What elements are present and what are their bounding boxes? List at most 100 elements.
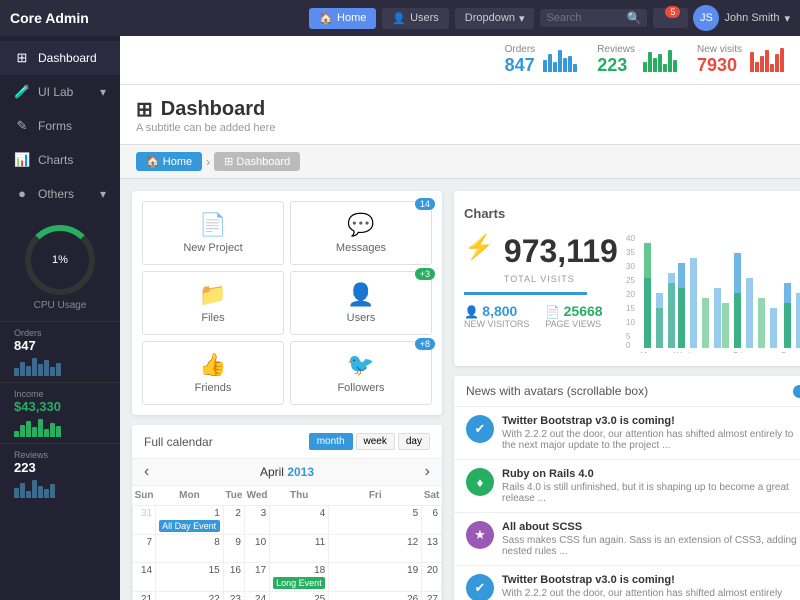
svg-text:15: 15 xyxy=(626,304,635,313)
search-input[interactable] xyxy=(546,12,626,24)
sidebar-item-charts[interactable]: 📊 Charts xyxy=(0,143,120,177)
page-views-stat: 📄 25668 PAGE VIEWS xyxy=(545,303,602,329)
quick-item-new-project[interactable]: 📄 New Project xyxy=(142,201,284,265)
quick-item-files[interactable]: 📁 Files xyxy=(142,271,284,335)
layout: ⊞ Dashboard 🧪 UI Lab ▾ ✎ Forms 📊 Charts … xyxy=(0,36,800,600)
svg-text:Wed: Wed xyxy=(674,351,690,353)
quick-item-followers[interactable]: +8 🐦 Followers xyxy=(290,341,432,405)
reviews-mini-chart xyxy=(14,478,106,498)
breadcrumb-dashboard[interactable]: ⊞ Dashboard xyxy=(214,152,300,171)
news-count: 178 xyxy=(793,385,800,398)
main-content: Orders 847 Reviews 223 xyxy=(120,36,800,600)
stats-bar: Orders 847 Reviews 223 xyxy=(120,36,800,85)
news-content-2: Ruby on Rails 4.0 Rails 4.0 is still unf… xyxy=(502,468,800,504)
dashboard-header: ⊞ Dashboard A subtitle can be added here xyxy=(120,85,800,145)
sidebar-item-dashboard[interactable]: ⊞ Dashboard xyxy=(0,41,120,75)
svg-text:10: 10 xyxy=(626,318,635,327)
svg-text:25: 25 xyxy=(626,276,635,285)
chevron-icon: ▾ xyxy=(100,85,106,99)
dropdown-nav-btn[interactable]: Dropdown ▾ xyxy=(455,8,535,29)
users-icon: 👤 xyxy=(301,282,421,308)
charts-header: Charts ⚙ xyxy=(464,201,800,225)
charts-bar-area: 40 35 30 25 20 15 10 5 0 xyxy=(626,233,800,356)
list-item: ♦ Ruby on Rails 4.0 Rails 4.0 is still u… xyxy=(454,460,800,513)
forms-icon: ✎ xyxy=(14,118,30,134)
month-view-btn[interactable]: month xyxy=(309,433,353,450)
cpu-section: 1% CPU Usage xyxy=(0,215,120,321)
calendar-next-btn[interactable]: › xyxy=(425,463,430,481)
svg-text:Mon: Mon xyxy=(640,351,656,353)
others-icon: ● xyxy=(14,186,30,201)
calendar-header: Full calendar month week day xyxy=(132,425,442,459)
news-content-1: Twitter Bootstrap v3.0 is coming! With 2… xyxy=(502,415,800,451)
dashboard-icon: ⊞ xyxy=(14,50,30,66)
visits-stat-chart xyxy=(750,48,784,72)
list-item: ✔ Twitter Bootstrap v3.0 is coming! With… xyxy=(454,407,800,460)
search-icon: 🔍 xyxy=(626,11,641,25)
sidebar-stat-reviews: Reviews 223 xyxy=(0,443,120,504)
visitor-icon: 👤 xyxy=(464,305,479,319)
bar-chart-svg: 40 35 30 25 20 15 10 5 0 xyxy=(626,233,800,353)
orders-mini-chart xyxy=(14,356,106,376)
day-view-btn[interactable]: day xyxy=(398,433,430,450)
users-badge: +3 xyxy=(415,268,435,280)
svg-text:30: 30 xyxy=(626,262,635,271)
charts-left: ⚡ 973,119 TOTAL VISITS 👤 xyxy=(464,233,618,356)
svg-text:Sun: Sun xyxy=(781,351,795,353)
notification-btn[interactable]: 5 xyxy=(653,8,688,28)
calendar-title: Full calendar xyxy=(144,435,213,449)
charts-title: Charts xyxy=(464,206,505,221)
svg-text:0: 0 xyxy=(626,341,631,350)
page-title: ⊞ Dashboard xyxy=(136,97,784,122)
nav-right: 🏠 Home 👤 Users Dropdown ▾ 🔍 5 JS John Sm… xyxy=(309,5,790,31)
week-view-btn[interactable]: week xyxy=(356,433,395,450)
reviews-stat: Reviews 223 xyxy=(597,44,677,76)
sidebar-stat-income: Income $43,330 xyxy=(0,382,120,443)
page-subtitle: A subtitle can be added here xyxy=(136,122,784,134)
sidebar-stat-orders: Orders 847 xyxy=(0,321,120,382)
news-box: News with avatars (scrollable box) 178 ✔… xyxy=(454,376,800,600)
friends-icon: 👍 xyxy=(153,352,273,378)
quick-item-messages[interactable]: 14 💬 Messages xyxy=(290,201,432,265)
news-avatar-3: ★ xyxy=(466,521,494,549)
news-list: ✔ Twitter Bootstrap v3.0 is coming! With… xyxy=(454,407,800,600)
cpu-label: CPU Usage xyxy=(14,300,106,311)
cpu-gauge: 1% xyxy=(25,225,95,295)
new-visits-stat: New visits 7930 xyxy=(697,44,784,76)
user-area: 5 JS John Smith ▾ xyxy=(653,5,790,31)
calendar-view-buttons: month week day xyxy=(309,433,430,450)
others-chevron-icon: ▾ xyxy=(100,187,106,201)
followers-badge: +8 xyxy=(415,338,435,350)
users-nav-btn[interactable]: 👤 Users xyxy=(382,8,448,29)
lightning-icon: ⚡ xyxy=(464,233,494,262)
sidebar-item-others[interactable]: ● Others ▾ xyxy=(0,177,120,210)
list-item: ★ All about SCSS Sass makes CSS fun agai… xyxy=(454,513,800,566)
calendar-prev-btn[interactable]: ‹ xyxy=(144,463,149,481)
calendar-month-year: April 2013 xyxy=(260,465,314,479)
calendar-grid: Sun Mon Tue Wed Thu Fri Sat 31 xyxy=(132,486,442,600)
breadcrumb-home[interactable]: 🏠 Home xyxy=(136,152,202,171)
quick-links-grid: 📄 New Project 14 💬 Messages 📁 Files +3 xyxy=(132,191,442,415)
sub-stats: 👤 8,800 NEW VISITORS 📄 25668 xyxy=(464,303,618,329)
table-row: 7 8 9 10 11 12 13 xyxy=(133,535,442,563)
total-visits-label: TOTAL VISITS xyxy=(504,274,618,284)
total-visits-number: 973,119 xyxy=(504,233,618,270)
files-icon: 📁 xyxy=(153,282,273,308)
brand-label: Core Admin xyxy=(10,10,89,26)
sidebar-item-uilab[interactable]: 🧪 UI Lab ▾ xyxy=(0,75,120,109)
left-column: 📄 New Project 14 💬 Messages 📁 Files +3 xyxy=(132,191,442,600)
quick-item-users[interactable]: +3 👤 Users xyxy=(290,271,432,335)
messages-icon: 💬 xyxy=(301,212,421,238)
quick-item-friends[interactable]: 👍 Friends xyxy=(142,341,284,405)
user-chevron-icon: ▾ xyxy=(784,12,790,25)
home-nav-btn[interactable]: 🏠 Home xyxy=(309,8,376,29)
news-avatar-2: ♦ xyxy=(466,468,494,496)
charts-content: ⚡ 973,119 TOTAL VISITS 👤 xyxy=(464,233,800,356)
cpu-percent: 1% xyxy=(52,254,68,266)
sidebar-item-forms[interactable]: ✎ Forms xyxy=(0,109,120,143)
svg-text:5: 5 xyxy=(626,332,631,341)
big-stat: ⚡ 973,119 TOTAL VISITS xyxy=(464,233,618,284)
followers-icon: 🐦 xyxy=(301,352,421,378)
search-wrap: 🔍 xyxy=(540,9,647,27)
svg-text:20: 20 xyxy=(626,290,635,299)
